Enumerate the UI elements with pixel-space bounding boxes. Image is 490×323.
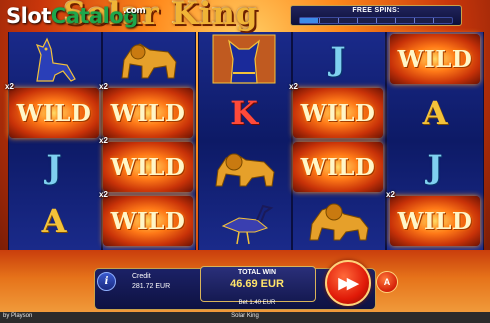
credit-label: Credit xyxy=(132,273,151,280)
k-symbol: K xyxy=(197,86,291,140)
multiplier-badge: x2 xyxy=(99,82,108,91)
wild-label: WILD xyxy=(300,99,376,127)
wild-symbol: WILD x2 xyxy=(99,190,195,248)
wild-symbol: WILD x2 xyxy=(5,82,101,140)
watermark-part-slot: Slot xyxy=(6,4,51,28)
cat-icon xyxy=(35,37,76,82)
multiplier-badge: x2 xyxy=(99,136,108,145)
free-spins-tick xyxy=(319,18,320,23)
wild-label: WILD xyxy=(110,99,186,127)
free-spins-tick xyxy=(395,18,396,23)
total-win-value: 46.69 EUR xyxy=(230,278,284,290)
j-symbol: J xyxy=(7,140,101,194)
lion-symbol xyxy=(197,140,291,194)
wild-label: WILD xyxy=(300,153,376,181)
wild-tile: WILD xyxy=(9,88,99,138)
wild-tile: WILD xyxy=(103,196,193,246)
wild-tile: WILD xyxy=(390,34,480,84)
wild-symbol: WILD x2 xyxy=(386,190,482,248)
j-letter: J xyxy=(427,148,443,186)
free-spins-tick xyxy=(338,18,339,23)
multiplier-badge: x2 xyxy=(5,82,14,91)
wild-tile: WILD xyxy=(103,88,193,138)
footer-title: Solar King xyxy=(231,313,259,319)
info-button[interactable]: i xyxy=(97,272,116,291)
a-letter: A xyxy=(422,94,448,132)
multiplier-badge: x2 xyxy=(386,190,395,199)
lion-symbol xyxy=(101,32,195,86)
wild-label: WILD xyxy=(397,45,473,73)
lion-icon xyxy=(309,203,369,241)
wild-tile: WILD xyxy=(103,142,193,192)
total-win-label: TOTAL WIN xyxy=(237,269,277,276)
ibis-symbol xyxy=(197,194,291,248)
free-spins-label: FREE SPINS: xyxy=(352,7,400,14)
j-letter: J xyxy=(330,40,346,78)
j-letter: J xyxy=(46,148,62,186)
multiplier-badge: x2 xyxy=(99,190,108,199)
fast-forward-icon: ▶▶ xyxy=(338,275,358,292)
wild-symbol: WILD x2 xyxy=(99,136,195,194)
multiplier-badge: x2 xyxy=(289,82,298,91)
lion-symbol xyxy=(291,194,385,248)
wild-label: WILD xyxy=(110,153,186,181)
j-symbol: J xyxy=(388,140,482,194)
a-symbol: A xyxy=(7,194,101,248)
game-screen: SlotCatalog.com Solar King FREE SPINS: xyxy=(0,0,490,323)
wild-symbol: WILD x2 xyxy=(99,82,195,140)
free-spins-track xyxy=(299,17,453,24)
bastet-symbol xyxy=(197,32,291,86)
lion-icon xyxy=(121,43,177,79)
autoplay-button[interactable]: A xyxy=(376,271,398,293)
a-letter: A xyxy=(41,202,67,240)
wild-symbol: WILD xyxy=(388,32,482,86)
free-spins-fill xyxy=(300,18,319,23)
wild-tile: WILD xyxy=(293,142,383,192)
j-symbol: J xyxy=(291,32,385,86)
wild-label: WILD xyxy=(397,207,473,235)
k-letter: K xyxy=(230,94,258,132)
wild-tile: WILD xyxy=(390,196,480,246)
free-spins-tick xyxy=(414,18,415,23)
spin-button[interactable]: ▶▶ xyxy=(325,260,371,306)
watermark-part-com: .com xyxy=(123,6,146,16)
bastet-icon xyxy=(212,34,276,84)
reel-grid: WILD x2 J A WILD x2 WILD x2 WILD x2 K J … xyxy=(0,32,490,250)
wild-label: WILD xyxy=(110,207,186,235)
free-spins-tick xyxy=(357,18,358,23)
a-symbol: A xyxy=(388,86,482,140)
free-spins-meter: FREE SPINS: xyxy=(290,5,462,26)
bet-value[interactable]: Bet 1.40 EUR xyxy=(200,300,314,306)
ibis-icon xyxy=(221,204,274,245)
cat-symbol xyxy=(7,32,101,86)
wild-symbol: WILD xyxy=(291,140,385,194)
wild-tile: WILD xyxy=(293,88,383,138)
free-spins-tick xyxy=(433,18,434,23)
credit-value: 281.72 EUR xyxy=(132,283,171,290)
watermark-logo: SlotCatalog .com xyxy=(6,4,146,28)
wild-symbol: WILD x2 xyxy=(289,82,385,140)
wild-label: WILD xyxy=(16,99,92,127)
lion-icon xyxy=(215,153,275,187)
free-spins-tick xyxy=(376,18,377,23)
